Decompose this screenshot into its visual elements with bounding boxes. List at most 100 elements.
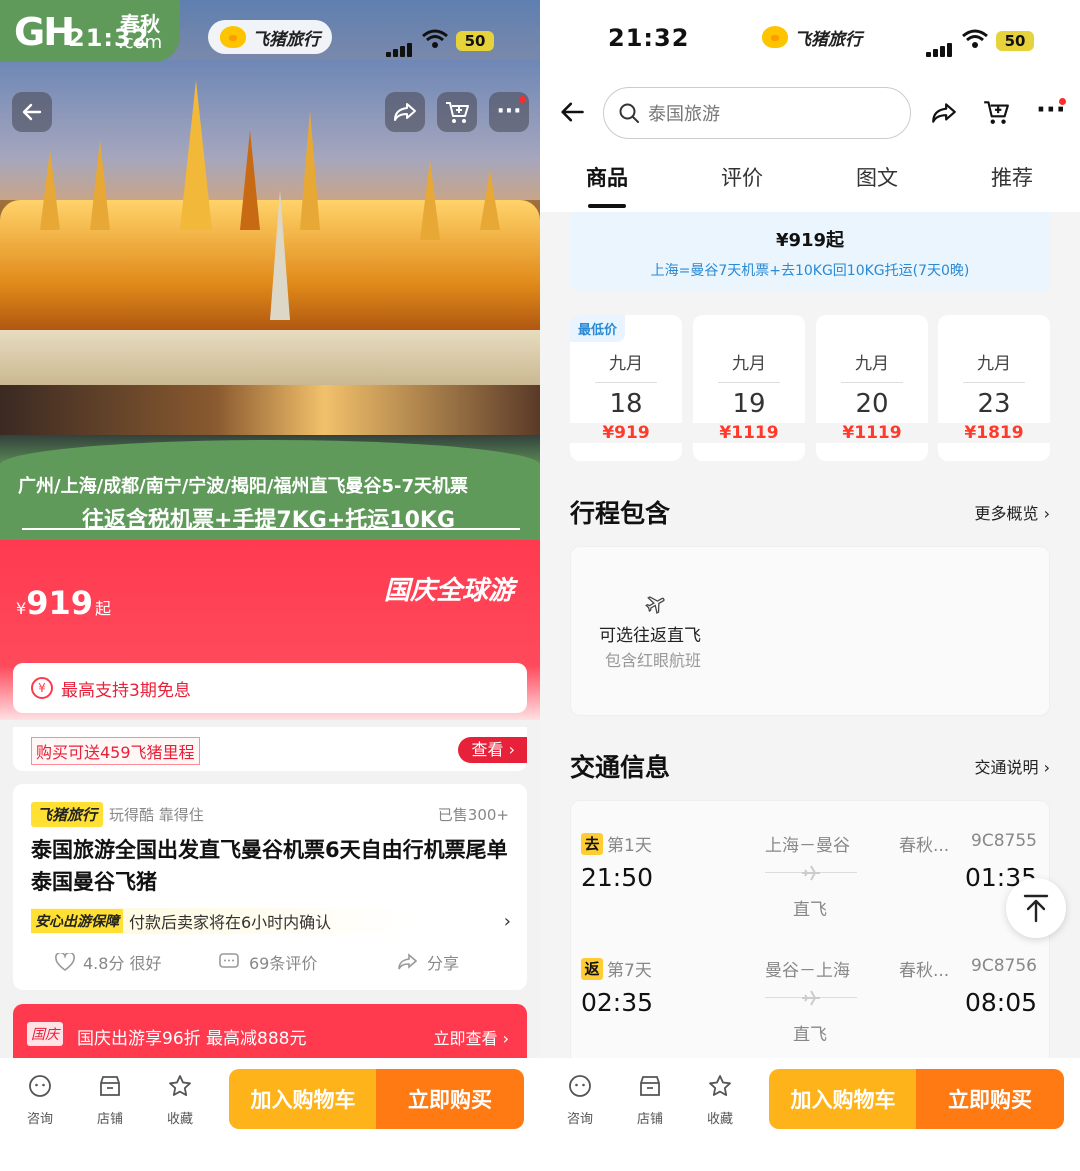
product-card: 飞猪旅行 玩得酷 靠得住 已售300+ 泰国旅游全国出发直飞曼谷机票6天自由行机… <box>13 784 527 990</box>
promo-text: 国庆出游享96折 最高减888元 <box>77 1029 307 1049</box>
share-icon <box>932 103 956 123</box>
guarantee-text: 付款后卖家将在6小时内确认 <box>129 913 332 932</box>
itinerary-item-title: 可选往返直飞 <box>599 626 701 646</box>
search-placeholder: 泰国旅游 <box>648 104 720 125</box>
battery-icon: 50 <box>456 31 494 51</box>
consult-button[interactable]: 咨询 <box>18 1074 62 1127</box>
hero-underline <box>22 528 520 530</box>
promo-banner[interactable]: 国庆 国庆出游享96折 最高减888元 立即查看 › <box>13 1004 527 1064</box>
itinerary-more-label: 更多概览 <box>974 504 1039 523</box>
date-price: ¥919 <box>570 423 682 443</box>
share-button[interactable] <box>385 92 425 132</box>
store-label: 店铺 <box>96 1112 123 1127</box>
promo-tag: 国庆 <box>27 1022 63 1046</box>
outbound-flight-no: 9C8755 <box>971 831 1037 851</box>
back-button[interactable] <box>12 92 52 132</box>
store-button[interactable]: 店铺 <box>628 1074 672 1127</box>
transport-card: 去 第1天 21:50 上海－曼谷 直飞 春秋... 9C8755 01:35 … <box>570 800 1050 1060</box>
rating-button[interactable]: 4.8分 很好 <box>55 950 162 974</box>
transport-more-label: 交通说明 <box>974 758 1039 777</box>
add-to-cart-button[interactable]: 加入购物车 <box>769 1069 917 1129</box>
status-time: 21:32 <box>68 24 150 52</box>
favorite-button[interactable]: 收藏 <box>158 1074 202 1127</box>
share-text: 分享 <box>427 954 460 973</box>
return-day: 第7天 <box>607 961 652 981</box>
plane-icon <box>802 865 820 881</box>
miles-view-button[interactable]: 查看 › <box>457 737 527 763</box>
tab-recommend[interactable]: 推荐 <box>991 162 1033 192</box>
arrow-left-icon <box>561 102 584 122</box>
chevron-right-icon: › <box>503 910 511 932</box>
date-day: 19 <box>732 389 766 419</box>
itinerary-title: 行程包含 <box>570 499 671 528</box>
yen-circle-icon: ¥ <box>31 677 53 699</box>
installment-row[interactable]: ¥ 最高支持3期免息 <box>13 663 527 713</box>
cart-button-right[interactable] <box>982 98 1010 130</box>
back-to-top-button[interactable] <box>1006 878 1066 938</box>
buy-now-button[interactable]: 立即购买 <box>376 1069 524 1129</box>
consult-button[interactable]: 咨询 <box>558 1074 602 1127</box>
more-button-right[interactable]: ··· <box>1036 97 1066 126</box>
active-tab-indicator <box>588 204 626 208</box>
back-button-right[interactable] <box>558 98 586 130</box>
date-option[interactable]: 九月 23 ¥1819 <box>938 315 1050 461</box>
notification-dot <box>1059 98 1066 105</box>
brand-pill-right: 飞猪旅行 <box>750 20 874 54</box>
package-option[interactable]: ¥919起 上海=曼谷7天机票+去10KG回10KG托运(7天0晚) <box>570 212 1050 292</box>
favorite-label: 收藏 <box>166 1112 193 1127</box>
store-button[interactable]: 店铺 <box>88 1074 132 1127</box>
date-price: ¥1119 <box>816 423 928 443</box>
reviews-button[interactable]: 69条评价 <box>219 950 317 974</box>
outbound-plane-divider <box>765 865 857 881</box>
chat-face-icon <box>569 1075 591 1097</box>
itinerary-more-link[interactable]: 更多概览 › <box>974 500 1050 524</box>
price-display: ¥919 起 <box>16 584 111 622</box>
guarantee-row[interactable]: 安心出游保障 付款后卖家将在6小时内确认 › <box>31 908 511 934</box>
share-icon <box>394 103 416 121</box>
date-day: 23 <box>977 389 1011 419</box>
itinerary-item-sub: 包含红眼航班 <box>605 651 702 670</box>
package-desc: 上海=曼谷7天机票+去10KG回10KG托运(7天0晚) <box>650 263 970 279</box>
brand-name-right: 飞猪旅行 <box>794 29 862 50</box>
transport-more-link[interactable]: 交通说明 › <box>974 754 1050 778</box>
cart-button[interactable] <box>437 92 477 132</box>
share-text-button[interactable]: 分享 <box>397 950 459 974</box>
price-currency: ¥ <box>16 599 27 618</box>
date-month: 九月 <box>609 354 643 374</box>
return-plane-divider <box>765 990 857 1006</box>
tab-reviews[interactable]: 评价 <box>721 162 763 192</box>
share-button-right[interactable] <box>930 100 958 130</box>
favorite-label: 收藏 <box>706 1112 733 1127</box>
tab-product[interactable]: 商品 <box>586 162 628 192</box>
notification-dot <box>519 96 526 103</box>
date-option[interactable]: 九月 19 ¥1119 <box>693 315 805 461</box>
add-to-cart-button[interactable]: 加入购物车 <box>229 1069 377 1129</box>
outbound-day: 第1天 <box>607 836 652 856</box>
reviews-text: 69条评价 <box>249 954 318 973</box>
brand-slogan: 玩得酷 靠得住 <box>109 806 204 824</box>
left-screen: 广州/上海/成都/南宁/宁波/揭阳/福州直飞曼谷5-7天机票 往返含税机票+手提… <box>0 0 540 1171</box>
search-input[interactable]: 泰国旅游 <box>603 87 911 139</box>
tab-details[interactable]: 图文 <box>856 162 898 192</box>
plane-icon <box>645 596 665 614</box>
itinerary-card[interactable]: 可选往返直飞 包含红眼航班 <box>570 546 1050 716</box>
date-price: ¥1819 <box>938 423 1050 443</box>
campaign-title: 国庆全球游 <box>383 576 514 606</box>
right-screen: 21:32 飞猪旅行 50 泰国旅游 ··· 商品 评价 图文 推荐 ¥919起… <box>540 0 1080 1171</box>
more-button[interactable]: ··· <box>489 92 529 132</box>
favorite-button[interactable]: 收藏 <box>698 1074 742 1127</box>
date-day: 18 <box>609 389 643 419</box>
date-day: 20 <box>855 389 889 419</box>
plane-icon <box>802 990 820 1006</box>
cell-signal-icon <box>926 38 954 57</box>
date-month: 九月 <box>855 354 889 374</box>
brand-name: 飞猪旅行 <box>252 29 320 50</box>
tab-bar: 商品 评价 图文 推荐 <box>540 150 1080 212</box>
status-bar: 21:32 飞猪旅行 50 <box>0 0 540 78</box>
date-option[interactable]: 九月 20 ¥1119 <box>816 315 928 461</box>
outbound-tag: 去 <box>581 832 603 855</box>
status-bar-right: 21:32 飞猪旅行 50 <box>540 0 1080 78</box>
date-option[interactable]: 最低价 九月 18 ¥919 <box>570 315 682 461</box>
fliggy-logo-icon <box>220 26 246 48</box>
buy-now-button[interactable]: 立即购买 <box>916 1069 1064 1129</box>
